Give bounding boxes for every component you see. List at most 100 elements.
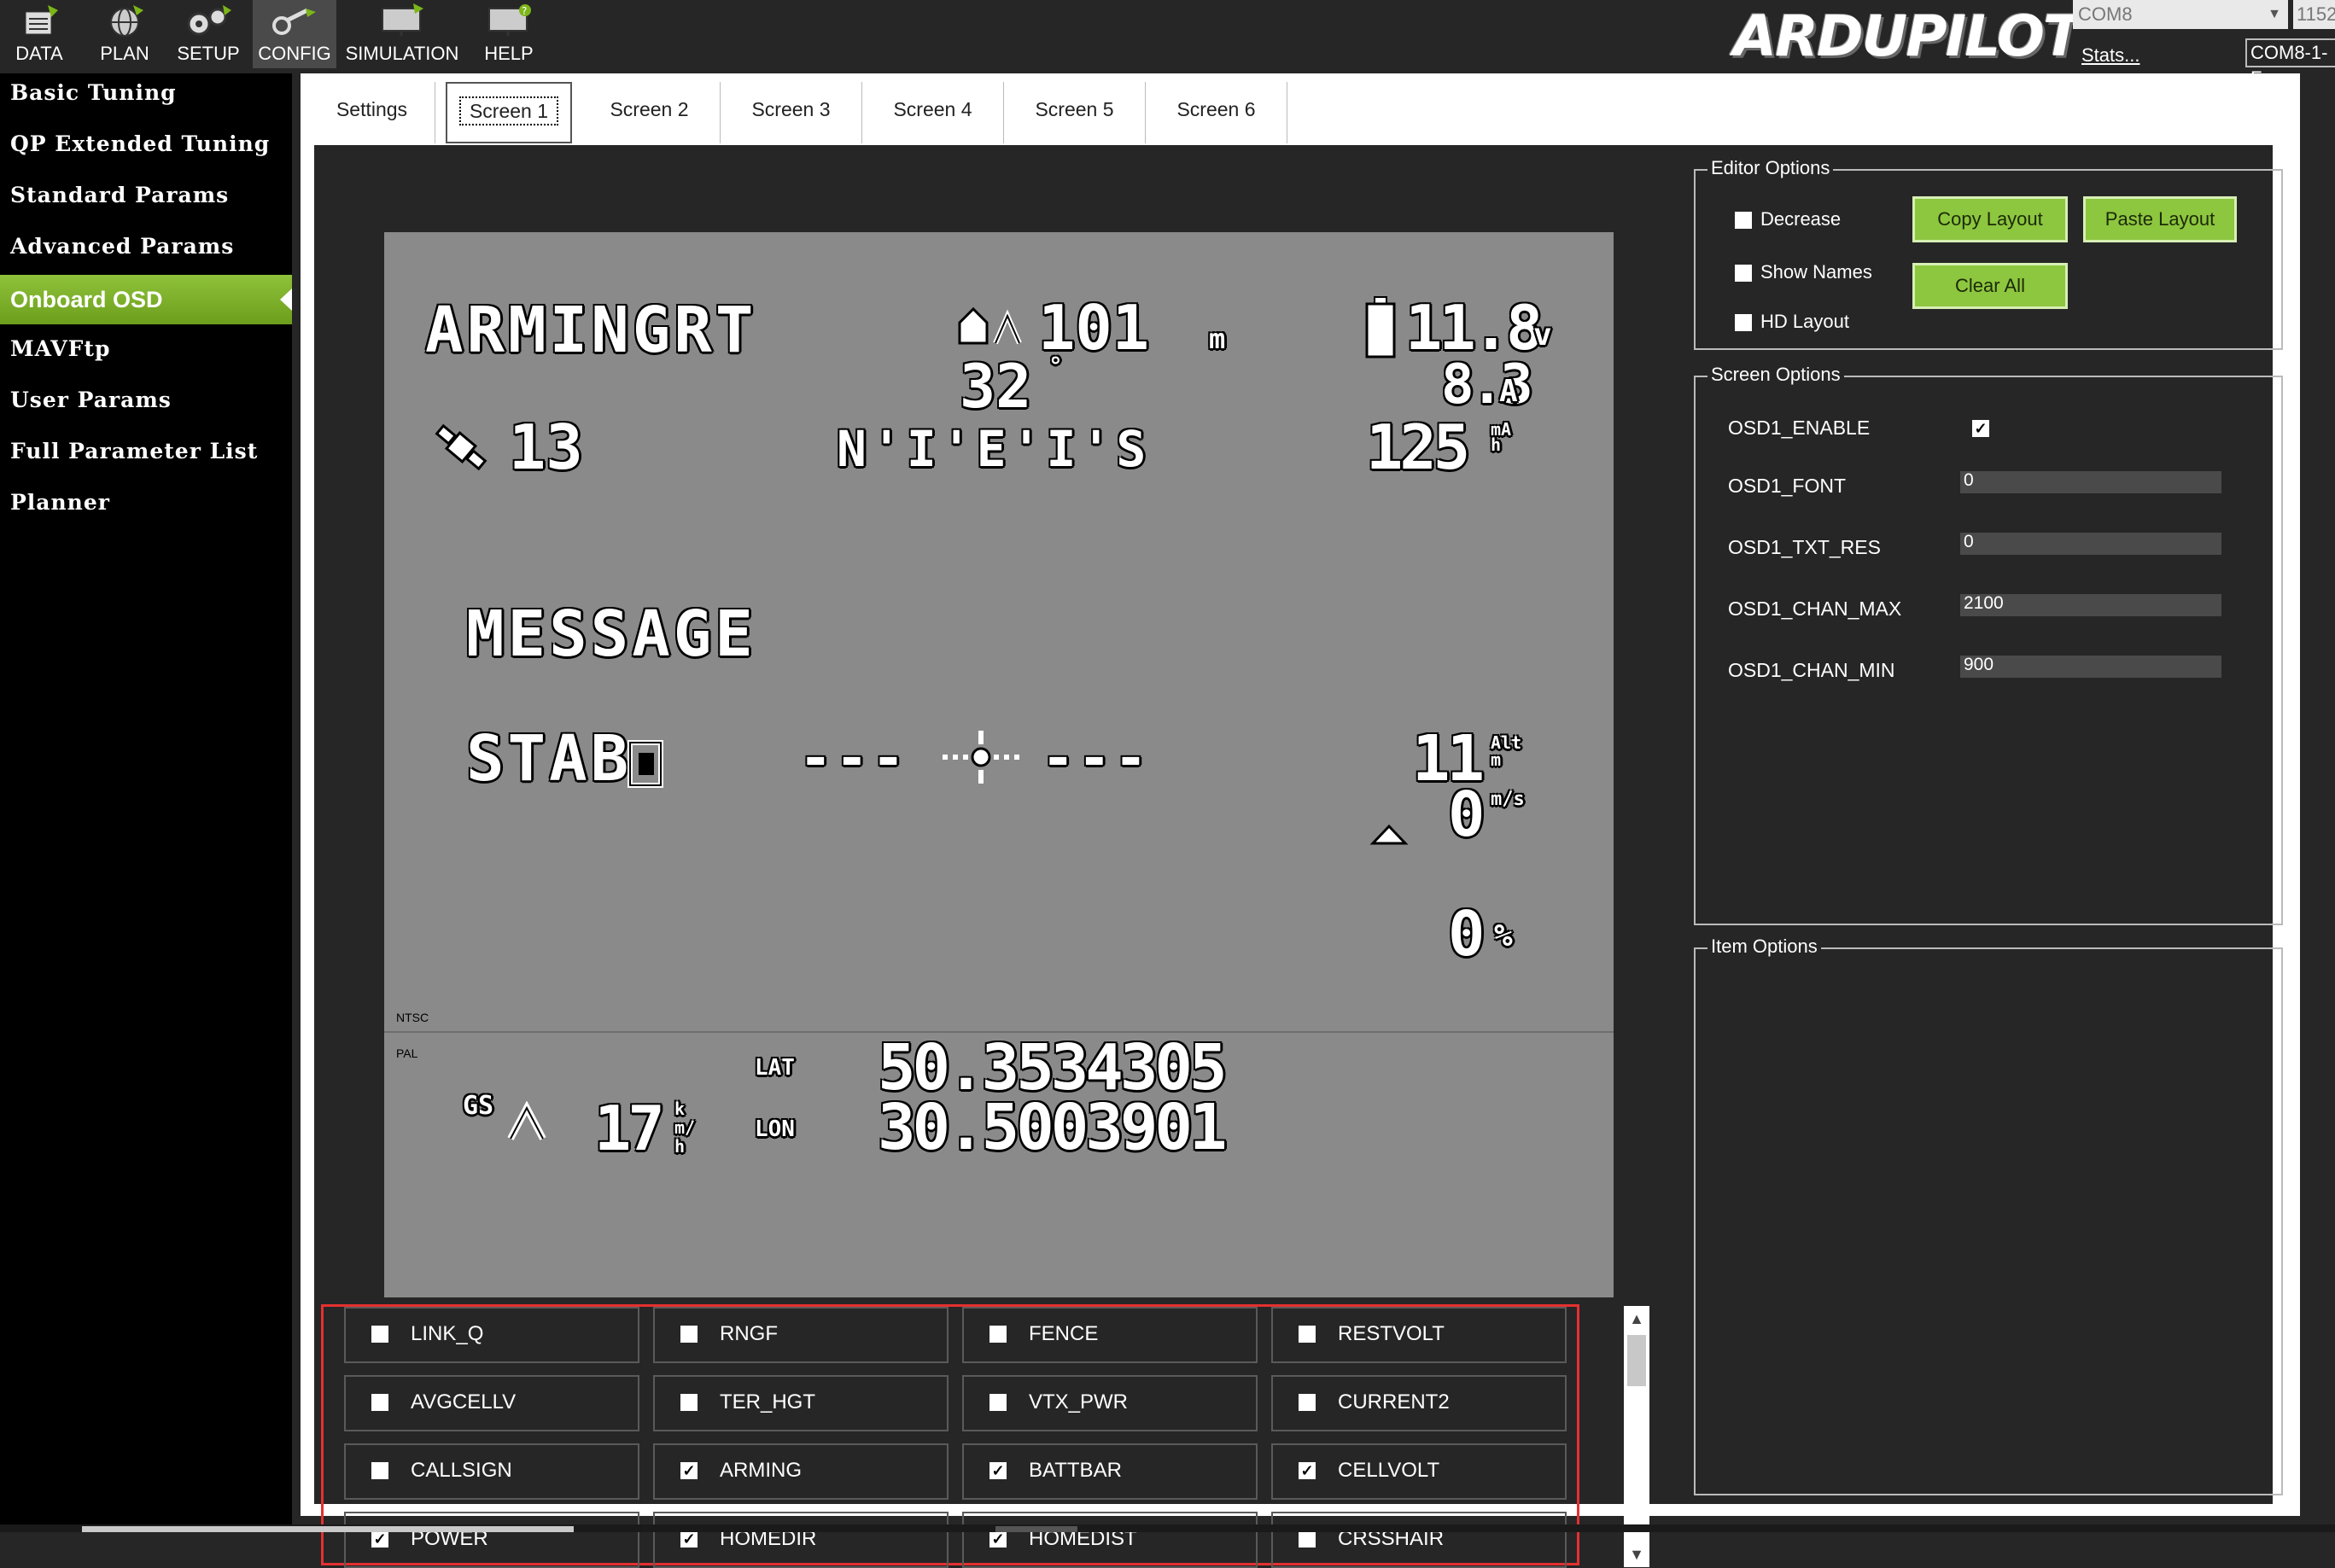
stats-link[interactable]: Stats... <box>2081 44 2139 67</box>
sidebar-item-advanced-params[interactable]: Advanced Params <box>0 227 292 277</box>
osd-message[interactable]: MESSAGE <box>466 597 756 671</box>
item-checkbox[interactable] <box>1299 1530 1316 1548</box>
sidebar-item-standard-params[interactable]: Standard Params <box>0 176 292 225</box>
osd-groundspeed[interactable]: 17 <box>594 1093 665 1164</box>
item-checkbox[interactable] <box>680 1326 698 1343</box>
osd-throttle[interactable]: 0 <box>1448 898 1485 970</box>
osd-item-current2[interactable]: CURRENT2 <box>1271 1375 1567 1431</box>
sidebar-item-onboard-osd[interactable]: Onboard OSD <box>0 275 292 324</box>
osd-satellite-count[interactable]: 13 <box>509 411 583 483</box>
osd-item-cellvolt[interactable]: ✓ CELLVOLT <box>1271 1443 1567 1500</box>
item-checkbox[interactable]: ✓ <box>989 1462 1007 1479</box>
setup-icon <box>187 5 231 36</box>
chevron-down-icon[interactable]: ▼ <box>1624 1542 1649 1567</box>
tab-label: Screen 4 <box>893 98 972 120</box>
item-checkbox[interactable]: ✓ <box>680 1530 698 1548</box>
sidebar-item-basic-tuning[interactable]: Basic Tuning <box>0 73 292 123</box>
osd-item-homedir[interactable]: ✓ HOMEDIR <box>653 1512 949 1568</box>
item-checkbox[interactable] <box>989 1326 1007 1343</box>
osd-chan-max-input[interactable]: 2100 <box>1960 594 2221 616</box>
osd-enable-checkbox[interactable]: ✓ <box>1972 420 1989 437</box>
osd-item-homedist[interactable]: ✓ HOMEDIST <box>962 1512 1258 1568</box>
tab-screen-3[interactable]: Screen 3 <box>721 82 862 143</box>
osd-item-power[interactable]: ✓ POWER <box>344 1512 639 1568</box>
simulation-button[interactable]: SIMULATION <box>341 0 463 68</box>
osd-item-arming[interactable]: ✓ ARMING <box>653 1443 949 1500</box>
item-label: TER_HGT <box>720 1390 816 1414</box>
show-names-check-box[interactable] <box>1735 265 1752 282</box>
monitor-icon <box>382 3 423 36</box>
help-button-label: HELP <box>484 43 534 64</box>
scrollbar-thumb[interactable] <box>1627 1335 1646 1386</box>
item-checkbox[interactable]: ✓ <box>371 1530 388 1548</box>
osd-item-restvolt[interactable]: RESTVOLT <box>1271 1307 1567 1363</box>
help-icon: ? <box>488 4 531 36</box>
tab-screen-1[interactable]: Screen 1 <box>446 82 572 143</box>
plan-button[interactable]: PLAN <box>85 0 164 68</box>
tab-screen-5[interactable]: Screen 5 <box>1004 82 1146 143</box>
satellite-icon <box>435 423 487 471</box>
osd-arming[interactable]: ARMINGRT <box>425 294 756 367</box>
sidebar-item-qp-extended-tuning[interactable]: QP Extended Tuning <box>0 125 292 174</box>
tab-settings[interactable]: Settings <box>309 82 435 143</box>
osd-home-distance-unit: m <box>1209 323 1226 355</box>
clear-all-button[interactable]: Clear All <box>1912 263 2068 309</box>
osd-chan-min-input[interactable]: 900 <box>1960 656 2221 678</box>
horizontal-scrollbar[interactable] <box>82 1526 574 1532</box>
sidebar-item-full-parameter-list[interactable]: Full Parameter List <box>0 432 292 481</box>
sidebar-item-mavftp[interactable]: MAVFtp <box>0 329 292 379</box>
osd-item-battbar[interactable]: ✓ BATTBAR <box>962 1443 1258 1500</box>
item-checkbox[interactable] <box>371 1394 388 1411</box>
osd-item-vtx-pwr[interactable]: VTX_PWR <box>962 1375 1258 1431</box>
crosshair-icon[interactable] <box>934 727 1028 787</box>
osd-flight-mode[interactable]: STAB <box>466 722 632 796</box>
osd-home-direction[interactable]: 32 <box>960 352 1031 422</box>
connection-name: COM8-1-F <box>2245 38 2335 89</box>
item-checkbox[interactable] <box>680 1394 698 1411</box>
paste-layout-button[interactable]: Paste Layout <box>2083 196 2237 242</box>
item-checkbox[interactable] <box>989 1394 1007 1411</box>
sidebar-item-planner[interactable]: Planner <box>0 483 292 533</box>
item-checkbox[interactable]: ✓ <box>680 1462 698 1479</box>
item-label: VTX_PWR <box>1029 1390 1129 1414</box>
osd-compass[interactable]: N'I'E'I'S <box>837 420 1151 478</box>
chevron-up-icon[interactable]: ▲ <box>1624 1306 1649 1332</box>
tab-screen-6[interactable]: Screen 6 <box>1146 82 1287 143</box>
data-button[interactable]: DATA <box>0 0 79 68</box>
setup-button[interactable]: SETUP <box>169 0 248 68</box>
item-checkbox[interactable] <box>1299 1394 1316 1411</box>
tab-screen-4[interactable]: Screen 4 <box>862 82 1004 143</box>
show-names-label: Show Names <box>1760 261 1872 283</box>
sidebar-item-user-params[interactable]: User Params <box>0 381 292 430</box>
item-checkbox[interactable]: ✓ <box>989 1530 1007 1548</box>
osd-mah-consumed[interactable]: 125 <box>1366 411 1470 483</box>
baud-rate-select[interactable]: 1152 <box>2293 0 2335 29</box>
item-checkbox[interactable] <box>371 1462 388 1479</box>
item-checkbox[interactable]: ✓ <box>1299 1462 1316 1479</box>
osd-font-input[interactable]: 0 <box>1960 471 2221 493</box>
osd-item-rngf[interactable]: RNGF <box>653 1307 949 1363</box>
chevron-down-icon: ▼ <box>2268 7 2281 21</box>
osd-txt-res-input[interactable]: 0 <box>1960 533 2221 555</box>
decrease-label: Decrease <box>1760 208 1842 230</box>
item-checkbox[interactable] <box>371 1326 388 1343</box>
hd-layout-check-box[interactable] <box>1735 314 1752 331</box>
osd-item-ter-hgt[interactable]: TER_HGT <box>653 1375 949 1431</box>
osd-item-fence[interactable]: FENCE <box>962 1307 1258 1363</box>
osd-speed-unit: km/h <box>674 1099 696 1157</box>
tab-screen-2[interactable]: Screen 2 <box>579 82 721 143</box>
osd-item-callsign[interactable]: CALLSIGN <box>344 1443 639 1500</box>
config-button[interactable]: CONFIG <box>253 0 336 68</box>
item-checkbox[interactable] <box>1299 1326 1316 1343</box>
com-port-select[interactable]: COM8 ▼ <box>2073 0 2288 29</box>
osd-longitude[interactable]: 30.5003901 <box>878 1091 1228 1164</box>
osd-preview[interactable]: ARMINGRT 101 m 32 ° 11.8 v 8.3 A 13 N'I'… <box>384 232 1614 1297</box>
copy-layout-button[interactable]: Copy Layout <box>1912 196 2068 242</box>
osd-lat-label: LAT <box>755 1055 795 1081</box>
help-button[interactable]: ? HELP <box>468 0 550 68</box>
decrease-check-box[interactable] <box>1735 212 1752 229</box>
osd-item-link-q[interactable]: LINK_Q <box>344 1307 639 1363</box>
osd-item-avgcellv[interactable]: AVGCELLV <box>344 1375 639 1431</box>
osd-climb-rate[interactable]: 0 <box>1448 778 1485 850</box>
osd-item-crsshair[interactable]: CRSSHAIR <box>1271 1512 1567 1568</box>
